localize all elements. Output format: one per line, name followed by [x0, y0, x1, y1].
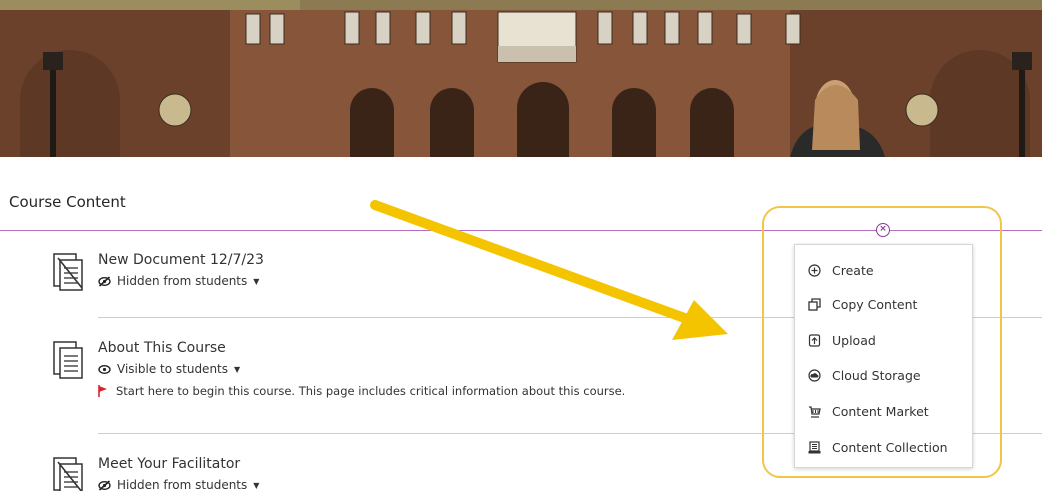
visibility-dropdown[interactable]: Hidden from students ▼ [98, 478, 259, 491]
upload-icon [808, 333, 821, 347]
description-text: Start here to begin this course. This pa… [116, 384, 626, 398]
visibility-dropdown[interactable]: Hidden from students ▼ [98, 274, 259, 288]
market-icon [809, 405, 821, 418]
plus-circle-icon [808, 263, 821, 277]
menu-item-cloud-storage[interactable]: Cloud Storage [795, 360, 972, 390]
visibility-label: Hidden from students [117, 274, 248, 288]
add-content-menu: Create Copy Content Upload Cloud Storage [794, 244, 973, 468]
menu-item-label: Cloud Storage [832, 367, 921, 383]
eye-icon [98, 364, 111, 374]
visibility-label: Visible to students [117, 362, 228, 376]
item-description: Start here to begin this course. This pa… [98, 384, 625, 398]
menu-item-content-market[interactable]: Content Market [795, 396, 972, 426]
menu-item-label: Upload [832, 332, 876, 348]
document-icon [53, 341, 83, 379]
course-banner-image [0, 0, 1042, 157]
eye-slash-icon [98, 275, 111, 287]
collection-icon [808, 440, 821, 453]
menu-item-copy-content[interactable]: Copy Content [795, 289, 972, 319]
course-content-heading: Course Content [9, 193, 126, 211]
eye-slash-icon [98, 479, 111, 491]
document-hidden-icon [53, 457, 83, 491]
item-title-link[interactable]: Meet Your Facilitator [98, 456, 240, 472]
caret-down-icon: ▼ [253, 276, 260, 286]
visibility-label: Hidden from students [117, 478, 248, 491]
item-title-link[interactable]: New Document 12/7/23 [98, 252, 264, 268]
item-title-link[interactable]: About This Course [98, 340, 226, 356]
copy-icon [808, 297, 821, 311]
menu-item-label: Create [832, 262, 874, 278]
menu-item-content-collection[interactable]: Content Collection [795, 432, 972, 462]
menu-item-label: Content Market [832, 403, 929, 419]
menu-item-label: Copy Content [832, 296, 918, 312]
document-hidden-icon [53, 253, 83, 291]
flag-icon [98, 385, 107, 397]
menu-item-create[interactable]: Create [795, 255, 972, 285]
cloud-icon [808, 368, 821, 382]
menu-item-label: Content Collection [832, 439, 948, 455]
close-add-menu-icon[interactable]: × [876, 223, 890, 237]
menu-item-upload[interactable]: Upload [795, 325, 972, 355]
caret-down-icon: ▼ [234, 364, 241, 374]
caret-down-icon: ▼ [253, 480, 260, 490]
visibility-dropdown[interactable]: Visible to students ▼ [98, 362, 240, 376]
